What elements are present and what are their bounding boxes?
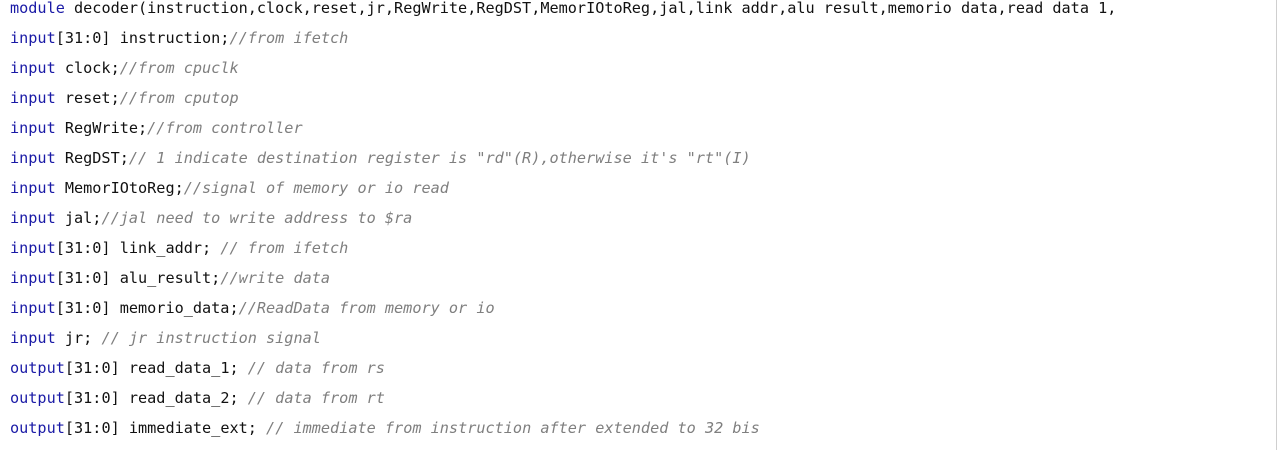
code-line[interactable]: output[31:0] immediate_ext; // immediate… <box>10 413 1277 443</box>
code-line[interactable]: input clock;//from cpuclk <box>10 53 1277 83</box>
keyword: input <box>10 209 56 227</box>
code-text: MemorIOtoReg; <box>55 179 184 197</box>
code-text: [31:0] immediate_ext; <box>64 419 267 437</box>
code-text: [31:0] instruction; <box>55 29 230 47</box>
keyword: input <box>10 149 56 167</box>
keyword: module <box>10 0 65 16</box>
keyword: input <box>10 59 56 77</box>
keyword: input <box>10 269 56 287</box>
code-text: clock; <box>55 59 120 77</box>
keyword: input <box>10 179 56 197</box>
code-text: [31:0] memorio_data; <box>55 299 239 317</box>
code-line[interactable]: input reset;//from cputop <box>10 83 1277 113</box>
code-line[interactable]: module decoder(instruction,clock,reset,j… <box>10 0 1277 16</box>
keyword: input <box>10 29 56 47</box>
code-comment: //from cputop <box>119 89 239 107</box>
code-comment: // data from rt <box>247 389 385 407</box>
code-comment: // 1 indicate destination register is "r… <box>128 149 751 167</box>
code-comment: //signal of memory or io read <box>183 179 449 197</box>
code-text: [31:0] link_addr; <box>55 239 221 257</box>
keyword: input <box>10 239 56 257</box>
code-line[interactable]: output[31:0] read_data_1; // data from r… <box>10 353 1277 383</box>
code-comment: //write data <box>220 269 331 287</box>
code-line[interactable]: input[31:0] memorio_data;//ReadData from… <box>10 293 1277 323</box>
code-comment: // immediate from instruction after exte… <box>266 419 760 437</box>
code-text: RegWrite; <box>55 119 148 137</box>
keyword: input <box>10 329 56 347</box>
keyword: input <box>10 299 56 317</box>
code-comment: //jal need to write address to $ra <box>101 209 413 227</box>
code-comment: // jr instruction signal <box>101 329 321 347</box>
code-text: reset; <box>55 89 120 107</box>
code-comment: // from ifetch <box>220 239 349 257</box>
code-text: RegDST; <box>55 149 129 167</box>
keyword: output <box>10 359 65 377</box>
keyword: output <box>10 389 65 407</box>
code-line[interactable]: input[31:0] alu_result;//write data <box>10 263 1277 293</box>
keyword: input <box>10 89 56 107</box>
code-comment: // data from rs <box>247 359 385 377</box>
code-comment: //from controller <box>147 119 303 137</box>
keyword: output <box>10 419 65 437</box>
code-line[interactable]: input[31:0] instruction;//from ifetch <box>10 23 1277 53</box>
code-text: decoder(instruction,clock,reset,jr,RegWr… <box>64 0 1117 16</box>
code-line[interactable]: input MemorIOtoReg;//signal of memory or… <box>10 173 1277 203</box>
code-line[interactable]: input RegWrite;//from controller <box>10 113 1277 143</box>
code-text: jr; <box>55 329 102 347</box>
code-editor[interactable]: module decoder(instruction,clock,reset,j… <box>0 0 1277 450</box>
code-line[interactable]: output[31:0] read_data_2; // data from r… <box>10 383 1277 413</box>
code-line[interactable]: input jal;//jal need to write address to… <box>10 203 1277 233</box>
code-line[interactable]: input RegDST;// 1 indicate destination r… <box>10 143 1277 173</box>
code-text: [31:0] read_data_1; <box>64 359 248 377</box>
code-comment: //ReadData from memory or io <box>238 299 495 317</box>
code-comment: //from cpuclk <box>119 59 239 77</box>
code-text: [31:0] alu_result; <box>55 269 221 287</box>
code-text: jal; <box>55 209 102 227</box>
code-text: [31:0] read_data_2; <box>64 389 248 407</box>
code-line[interactable]: input[31:0] link_addr; // from ifetch <box>10 233 1277 263</box>
code-line[interactable]: input jr; // jr instruction signal <box>10 323 1277 353</box>
code-comment: //from ifetch <box>229 29 349 47</box>
keyword: input <box>10 119 56 137</box>
